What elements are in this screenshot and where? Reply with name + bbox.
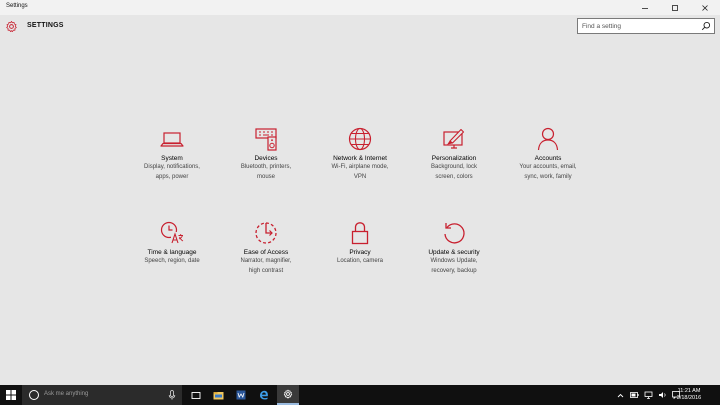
- tile-description: VPN: [353, 173, 367, 180]
- search-input[interactable]: [582, 20, 700, 32]
- tile-description: Location, camera: [336, 258, 384, 264]
- clock-time: 11:21 AM: [677, 388, 701, 394]
- tile-label: Update & security: [428, 249, 480, 256]
- edge-icon: [260, 390, 268, 400]
- tile-label: Personalization: [431, 155, 477, 162]
- tile-description: apps, power: [155, 173, 189, 180]
- cortana-search-text: Ask me anything: [44, 391, 89, 397]
- tile-label: Ease of Access: [243, 249, 289, 256]
- network-icon: [644, 391, 652, 399]
- globe-icon: [348, 127, 372, 151]
- battery-button[interactable]: [628, 385, 640, 405]
- battery-icon: [629, 392, 639, 398]
- close-icon: [702, 4, 708, 11]
- tile-devices[interactable]: Devices Bluetooth, printers, mouse: [218, 126, 314, 181]
- tile-description: Display, notifications,: [144, 164, 200, 170]
- gear-icon: [6, 20, 17, 33]
- tile-label: Privacy: [349, 249, 371, 256]
- tile-description: sync, work, family: [524, 173, 572, 180]
- taskbar-clock[interactable]: 11:21 AM 3/18/2016: [672, 388, 706, 402]
- window-title: Settings: [6, 3, 28, 9]
- maximize-button[interactable]: [660, 0, 690, 15]
- person-icon: [537, 127, 559, 151]
- tile-system[interactable]: System Display, notifications, apps, pow…: [124, 126, 220, 181]
- search-box[interactable]: [577, 18, 715, 34]
- clock-language-icon: [160, 221, 184, 244]
- task-view-icon: [191, 391, 201, 399]
- tile-ease-of-access[interactable]: Ease of Access Narrator, magnifier, high…: [218, 220, 314, 275]
- minimize-button[interactable]: [630, 0, 660, 15]
- maximize-icon: [672, 4, 678, 11]
- task-view-button[interactable]: [185, 385, 207, 405]
- tile-personalization[interactable]: Personalization Background, lock screen,…: [406, 126, 502, 181]
- tile-time-language[interactable]: Time & language Speech, region, date: [124, 220, 220, 267]
- tile-description: Windows Update,: [430, 258, 478, 264]
- tile-description: screen, colors: [435, 173, 473, 180]
- ease-of-access-icon: [255, 222, 277, 244]
- tile-network-internet[interactable]: Network & Internet Wi-Fi, airplane mode,…: [312, 126, 408, 181]
- tile-description: mouse: [256, 173, 275, 180]
- tile-description: Your accounts, email,: [519, 164, 577, 170]
- paint-screen-icon: [443, 128, 465, 149]
- cortana-search-box[interactable]: Ask me anything: [22, 385, 182, 405]
- page-title: SETTINGS: [27, 22, 64, 29]
- tile-description: Narrator, magnifier,: [240, 258, 292, 264]
- tile-label: Devices: [254, 155, 278, 162]
- settings-icon: [283, 389, 293, 399]
- tile-label: Accounts: [534, 155, 562, 162]
- cortana-icon: [29, 390, 39, 400]
- tile-description: Background, lock: [430, 164, 478, 170]
- tile-label: System: [161, 155, 183, 162]
- chevron-up-icon: [617, 393, 623, 397]
- keyboard-speaker-icon: [255, 128, 277, 151]
- windows-logo-icon: [6, 390, 16, 400]
- taskbar-app-edge[interactable]: [253, 385, 275, 405]
- window-titlebar: Settings: [0, 0, 720, 15]
- tile-accounts[interactable]: Accounts Your accounts, email, sync, wor…: [500, 126, 596, 181]
- word-icon: [236, 390, 246, 400]
- taskbar-app-file-explorer[interactable]: [207, 385, 229, 405]
- taskbar-app-word[interactable]: [230, 385, 252, 405]
- start-button[interactable]: [0, 385, 22, 405]
- close-button[interactable]: [690, 0, 720, 15]
- file-explorer-icon: [213, 391, 223, 399]
- tray-overflow-button[interactable]: [614, 385, 626, 405]
- clock-date: 3/18/2016: [676, 395, 702, 401]
- tile-description: Bluetooth, printers,: [240, 164, 292, 170]
- tile-update-security[interactable]: Update & security Windows Update, recove…: [406, 220, 502, 275]
- tile-description: high contrast: [248, 267, 284, 274]
- taskbar-app-settings[interactable]: [277, 385, 299, 405]
- refresh-icon: [444, 223, 465, 244]
- tile-description: recovery, backup: [431, 267, 477, 274]
- tile-label: Time & language: [147, 249, 197, 256]
- tile-description: Wi-Fi, airplane mode,: [331, 164, 389, 170]
- tile-description: Speech, region, date: [144, 258, 200, 264]
- taskbar: Ask me anything 11:21 AM 3/18/2016: [0, 385, 720, 405]
- search-icon[interactable]: [701, 21, 711, 31]
- volume-button[interactable]: [656, 385, 668, 405]
- tile-label: Network & Internet: [333, 155, 387, 162]
- microphone-icon[interactable]: [168, 390, 176, 400]
- minimize-icon: [642, 7, 648, 9]
- network-button[interactable]: [642, 385, 654, 405]
- volume-icon: [658, 392, 665, 398]
- tile-privacy[interactable]: Privacy Location, camera: [312, 220, 408, 267]
- laptop-icon: [160, 132, 184, 147]
- lock-icon: [351, 222, 369, 245]
